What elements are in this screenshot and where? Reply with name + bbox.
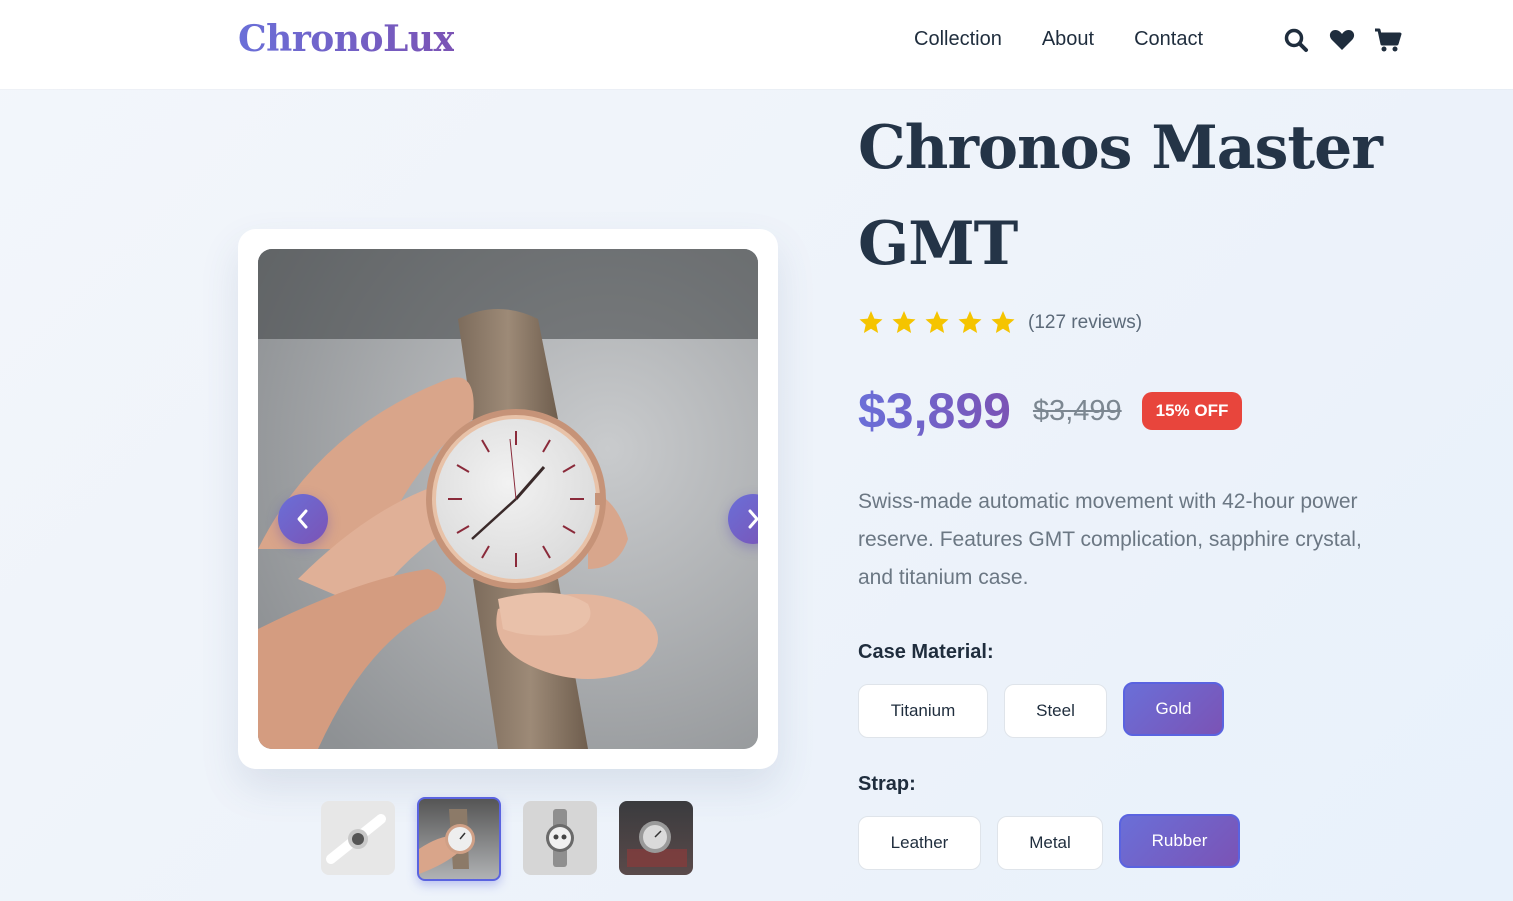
nav-link-collection[interactable]: Collection [914,28,1002,51]
star-icon [925,311,949,333]
main-product-image [258,249,758,749]
brand-logo[interactable]: ChronoLux [238,18,455,60]
thumbnail-3[interactable] [523,801,597,875]
option-titanium[interactable]: Titanium [858,684,988,738]
thumbnail-strip [321,797,693,881]
case-material-options: Titanium Steel Gold [858,682,1224,738]
site-header: ChronoLux Collection About Contact [0,0,1513,89]
option-steel[interactable]: Steel [1004,684,1107,738]
product-title: Chronos Master GMT [858,113,1383,279]
price-row: $3,899 $3,499 15% OFF [858,382,1243,440]
discount-badge: 15% OFF [1141,392,1243,430]
option-gold[interactable]: Gold [1123,682,1224,736]
thumbnail-4[interactable] [619,801,693,875]
strap-options: Leather Metal Rubber [858,814,1240,870]
current-price: $3,899 [858,383,1011,439]
search-icon[interactable] [1282,26,1310,54]
star-icon [859,311,883,333]
option-leather[interactable]: Leather [858,816,981,870]
star-icon [991,311,1015,333]
chevron-left-icon [297,509,308,529]
thumbnail-1[interactable] [321,801,395,875]
product-rating: (127 reviews) [858,310,1142,335]
case-material-label: Case Material: [858,641,994,663]
option-metal[interactable]: Metal [997,816,1103,870]
star-icon [892,311,916,333]
original-price: $3,499 [1032,394,1122,427]
star-rating [858,310,1016,335]
heart-icon[interactable] [1328,26,1356,54]
product-description: Swiss-made automatic movement with 42-ho… [858,490,1362,589]
nav-link-about[interactable]: About [1042,28,1094,51]
cart-icon[interactable] [1374,26,1402,54]
main-nav: Collection About Contact [914,28,1203,51]
star-icon [958,311,982,333]
strap-label: Strap: [858,773,916,795]
thumbnail-2[interactable] [417,797,501,881]
chevron-right-icon [748,509,758,529]
nav-link-contact[interactable]: Contact [1134,28,1203,51]
review-count[interactable]: (127 reviews) [1028,312,1142,334]
header-icons [1282,26,1402,54]
product-gallery [238,229,778,769]
option-rubber[interactable]: Rubber [1119,814,1240,868]
prev-image-button[interactable] [278,494,328,544]
